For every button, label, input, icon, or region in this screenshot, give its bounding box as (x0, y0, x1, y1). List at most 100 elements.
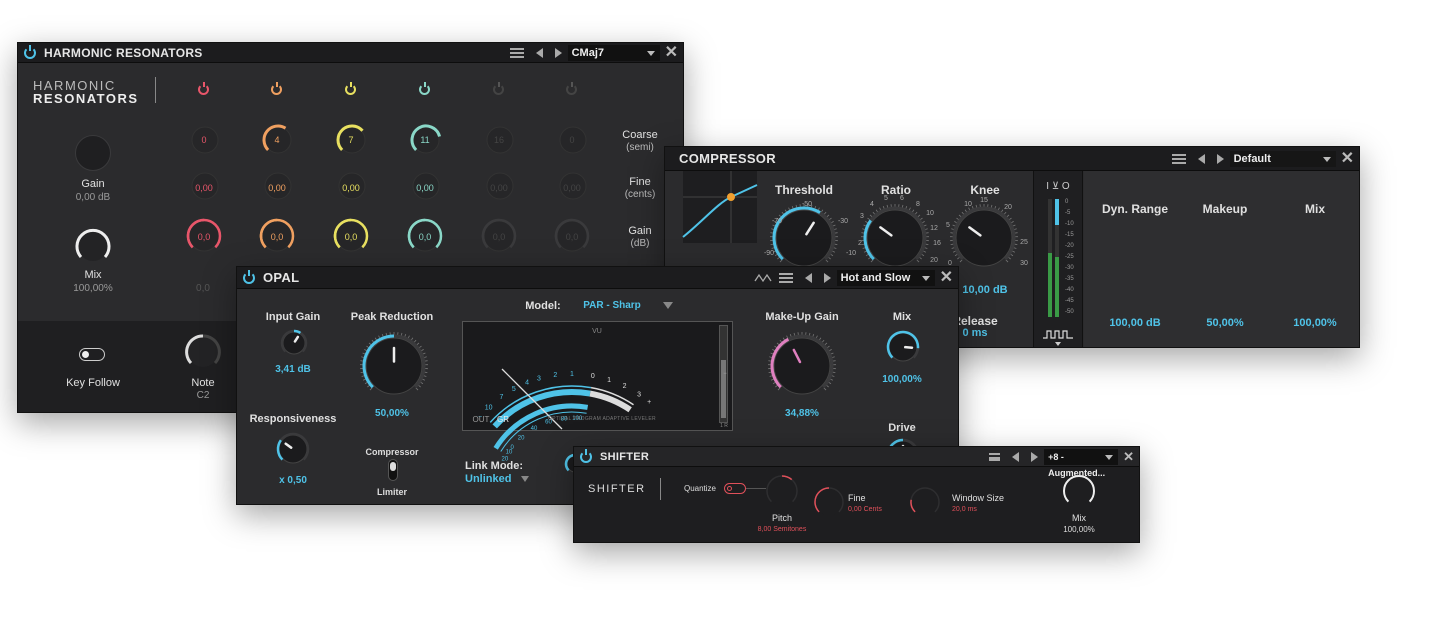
prev-preset-icon[interactable] (1012, 451, 1020, 462)
panel-title: OPAL (263, 270, 300, 285)
resonator-power-icon[interactable] (345, 82, 356, 95)
fine-value: 0,00 (268, 183, 286, 193)
power-icon[interactable] (243, 269, 255, 284)
logo-divider (660, 478, 661, 500)
meter-header: I ⊻ O (1046, 181, 1070, 192)
preset-dropdown[interactable]: Hot and Slow (836, 269, 935, 286)
next-preset-icon[interactable] (554, 47, 562, 58)
window-size-value: 20,0 ms (952, 506, 977, 513)
ratio-scale-tick: 8 (916, 201, 920, 208)
makeup-gain-label: Make-Up Gain (765, 311, 839, 323)
close-icon[interactable]: ✕ (665, 44, 678, 61)
vu-gr-scale-tick: 20 (518, 436, 525, 442)
fine-row-label: Fine (629, 176, 651, 188)
link-mode-dropdown[interactable]: Unlinked (465, 473, 511, 485)
preset-dropdown[interactable]: +8 - Augmented... (1044, 448, 1119, 478)
vu-side-meter-tick: 1 R (720, 423, 728, 429)
mix-knob[interactable] (74, 227, 112, 265)
resonator-gain-value: 0,0 (418, 232, 432, 242)
menu-icon[interactable] (778, 272, 793, 283)
next-preset-icon[interactable] (1031, 451, 1039, 462)
dyn-range-label: Dyn. Range (1101, 202, 1168, 216)
resonator-power-icon[interactable] (198, 82, 209, 95)
makeup-gain-value: 34,88% (785, 408, 819, 419)
meter-scale-tick: -40 (1065, 287, 1074, 293)
gain-knob[interactable] (75, 135, 111, 171)
ratio-scale-tick: 5 (884, 195, 888, 202)
resonator-gain-value: 0,0 (197, 232, 211, 242)
logo-divider (155, 77, 156, 103)
note-value: C2 (196, 390, 210, 401)
power-icon[interactable] (24, 44, 36, 59)
prev-preset-icon[interactable] (804, 272, 812, 283)
model-chevron-icon[interactable] (663, 302, 673, 309)
quantize-toggle[interactable] (724, 483, 746, 494)
power-icon[interactable] (580, 448, 592, 463)
responsiveness-value: x 0,50 (279, 475, 307, 486)
link-mode-chevron-icon[interactable] (521, 476, 529, 482)
resonator-power-icon[interactable] (566, 82, 577, 95)
knee-scale-tick: 30 (1020, 260, 1028, 267)
next-preset-icon[interactable] (823, 272, 831, 283)
menu-icon[interactable] (1171, 153, 1186, 164)
model-dropdown[interactable]: PAR - Sharp (577, 300, 647, 311)
resonator-power-icon[interactable] (419, 82, 430, 95)
peak-reduction-knob[interactable] (360, 332, 428, 399)
harmonic-logo: HARMONIC RESONATORS (33, 78, 139, 106)
window-size-label: Window Size (952, 493, 1005, 503)
close-icon[interactable]: ✕ (1341, 150, 1354, 167)
knee-knob[interactable] (950, 204, 1018, 271)
input-gain-knob[interactable] (279, 328, 309, 358)
meter-mode-chevron-icon[interactable] (1055, 342, 1061, 346)
vu-label: VU (592, 328, 602, 335)
ratio-scale-tick: 3 (860, 213, 864, 220)
mix-label: Mix (84, 269, 102, 281)
vu-scale-tick: 4 (525, 380, 529, 387)
menu-icon[interactable] (509, 47, 524, 58)
resonator-power-icon[interactable] (271, 82, 282, 95)
meter-scale-tick: -50 (1065, 309, 1074, 315)
prev-preset-icon[interactable] (1197, 153, 1205, 164)
compressor-limiter-switch[interactable] (388, 459, 398, 481)
pitch-knob[interactable] (764, 473, 800, 509)
panel-title: SHIFTER (600, 450, 650, 463)
makeup-value: 50,00% (1206, 317, 1244, 329)
waveform-icon[interactable] (1043, 329, 1073, 339)
resonator-power-icon[interactable] (493, 82, 504, 95)
gain-row-unit: (dB) (630, 238, 650, 249)
waveform-icon[interactable] (754, 273, 773, 283)
opal-mix-knob[interactable] (885, 329, 921, 365)
prev-preset-icon[interactable] (535, 47, 543, 58)
pitch-label: Pitch (771, 513, 792, 523)
vu-side-meter-tick: − (723, 371, 727, 377)
shifter-mix-knob[interactable] (1061, 473, 1097, 509)
meter-scale-tick: -30 (1065, 265, 1074, 271)
preset-dropdown[interactable]: Default (1229, 150, 1336, 167)
menu-icon[interactable] (989, 452, 1001, 461)
dyn-range-value: 100,00 dB (1109, 317, 1161, 329)
makeup-gain-knob[interactable] (768, 332, 836, 399)
ratio-knob[interactable] (861, 204, 929, 271)
fine-value: 0,00 (342, 183, 360, 193)
next-preset-icon[interactable] (1216, 153, 1224, 164)
note-knob[interactable] (184, 333, 222, 371)
threshold-knob[interactable] (770, 204, 838, 271)
shifter-fine-knob[interactable] (812, 485, 846, 519)
meter-scale-tick: -15 (1065, 232, 1074, 238)
threshold-scale-tick: -90 (763, 250, 775, 257)
knee-label: Knee (970, 183, 1000, 197)
close-icon[interactable]: ✕ (940, 269, 953, 286)
harmonic-titlebar: HARMONIC RESONATORS CMaj7 ✕ (18, 43, 683, 63)
vu-scale-tick: 7 (500, 394, 504, 401)
window-size-knob[interactable] (908, 485, 942, 519)
resonator-gain-value: 0,0 (565, 232, 579, 242)
vu-out-label: OUT (472, 415, 490, 424)
preset-dropdown[interactable]: CMaj7 (567, 44, 660, 61)
responsiveness-knob[interactable] (275, 431, 311, 467)
gain-label: Gain (81, 178, 105, 190)
opal-titlebar: OPAL Hot and Slow ✕ (237, 267, 958, 289)
close-icon[interactable]: ✕ (1123, 450, 1134, 463)
compressor-mode-label: Compressor (365, 447, 419, 457)
key-follow-toggle[interactable] (79, 348, 105, 361)
pitch-value: 8,00 Semitones (757, 526, 807, 533)
